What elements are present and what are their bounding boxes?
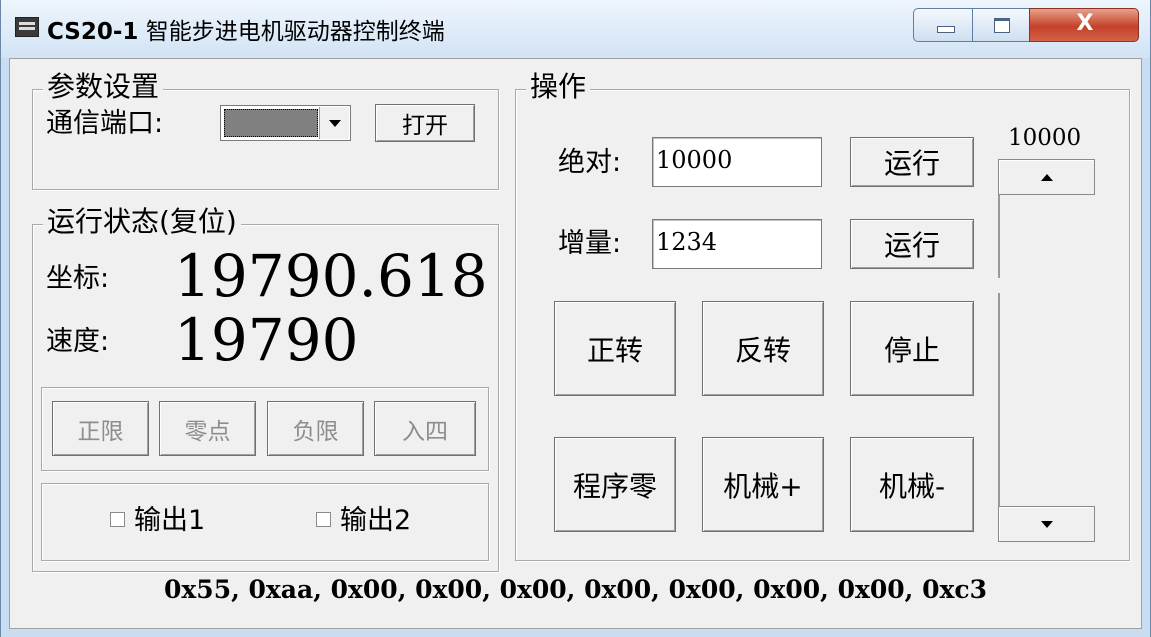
- scroll-track-upper[interactable]: [998, 195, 1000, 278]
- output2-label[interactable]: 输出2: [340, 504, 411, 538]
- pos-limit-indicator: 正限: [52, 401, 149, 456]
- stop-button[interactable]: 停止: [850, 301, 974, 396]
- program-zero-button[interactable]: 程序零: [554, 437, 676, 532]
- window-controls: X: [913, 8, 1139, 44]
- app-icon[interactable]: [15, 17, 39, 37]
- title-bar[interactable]: CS20-1 智能步进电机驱动器控制终端 X: [1, 0, 1150, 58]
- open-port-button[interactable]: 打开: [375, 104, 475, 142]
- absolute-run-button[interactable]: 运行: [850, 137, 974, 187]
- forward-button[interactable]: 正转: [554, 301, 676, 396]
- chevron-down-icon: [1040, 520, 1053, 528]
- port-select-value: [224, 109, 318, 137]
- port-select[interactable]: [220, 105, 351, 141]
- absolute-input[interactable]: 10000: [652, 137, 822, 187]
- neg-limit-indicator: 负限: [267, 401, 364, 456]
- chevron-down-icon: [328, 119, 341, 127]
- scroll-track-lower[interactable]: [998, 293, 1000, 506]
- close-button[interactable]: X: [1029, 8, 1139, 42]
- mech-minus-button[interactable]: 机械-: [850, 437, 974, 532]
- input4-indicator: 入四: [374, 401, 476, 456]
- status-group-title: 运行状态(复位): [43, 205, 241, 239]
- output1-checkbox[interactable]: [110, 512, 125, 527]
- app-window: CS20-1 智能步进电机驱动器控制终端 X 参数设置 通信端口: 打开 运行状…: [0, 0, 1151, 637]
- maximize-icon: [994, 18, 1010, 33]
- coord-label: 坐标:: [46, 263, 110, 294]
- increment-label: 增量:: [558, 228, 622, 259]
- outputs-panel: [41, 483, 489, 561]
- scroll-down-button[interactable]: [998, 506, 1095, 542]
- chevron-up-icon: [1040, 173, 1053, 181]
- output1-label[interactable]: 输出1: [134, 504, 205, 538]
- speed-label: 速度:: [46, 326, 110, 357]
- zero-indicator: 零点: [159, 401, 256, 456]
- speed-value: 19790: [174, 306, 359, 374]
- params-group-title: 参数设置: [43, 70, 164, 104]
- window-title: CS20-1 智能步进电机驱动器控制终端: [47, 12, 445, 46]
- increment-run-button[interactable]: 运行: [850, 219, 974, 269]
- reverse-button[interactable]: 反转: [702, 301, 824, 396]
- window-title-model: CS20-1: [47, 19, 139, 45]
- minimize-button[interactable]: [913, 8, 973, 42]
- output2-checkbox[interactable]: [316, 512, 331, 527]
- minimize-icon: [937, 26, 955, 33]
- scroll-value: 10000: [1008, 125, 1082, 151]
- coord-value: 19790.618: [174, 242, 488, 310]
- status-bytes: 0x55, 0xaa, 0x00, 0x00, 0x00, 0x00, 0x00…: [164, 575, 987, 604]
- client-area: 参数设置 通信端口: 打开 运行状态(复位) 坐标: 19790.618 速度:…: [9, 58, 1142, 629]
- operation-group-title: 操作: [526, 70, 591, 104]
- scroll-up-button[interactable]: [998, 159, 1095, 195]
- port-label: 通信端口:: [46, 108, 164, 139]
- increment-input[interactable]: 1234: [652, 219, 822, 269]
- port-select-arrow[interactable]: [319, 107, 349, 139]
- position-scrollbar[interactable]: [998, 159, 1095, 542]
- mech-plus-button[interactable]: 机械+: [702, 437, 824, 532]
- absolute-label: 绝对:: [558, 147, 622, 178]
- maximize-button[interactable]: [972, 8, 1030, 42]
- window-title-name: 智能步进电机驱动器控制终端: [138, 19, 445, 45]
- close-icon: X: [1076, 11, 1094, 36]
